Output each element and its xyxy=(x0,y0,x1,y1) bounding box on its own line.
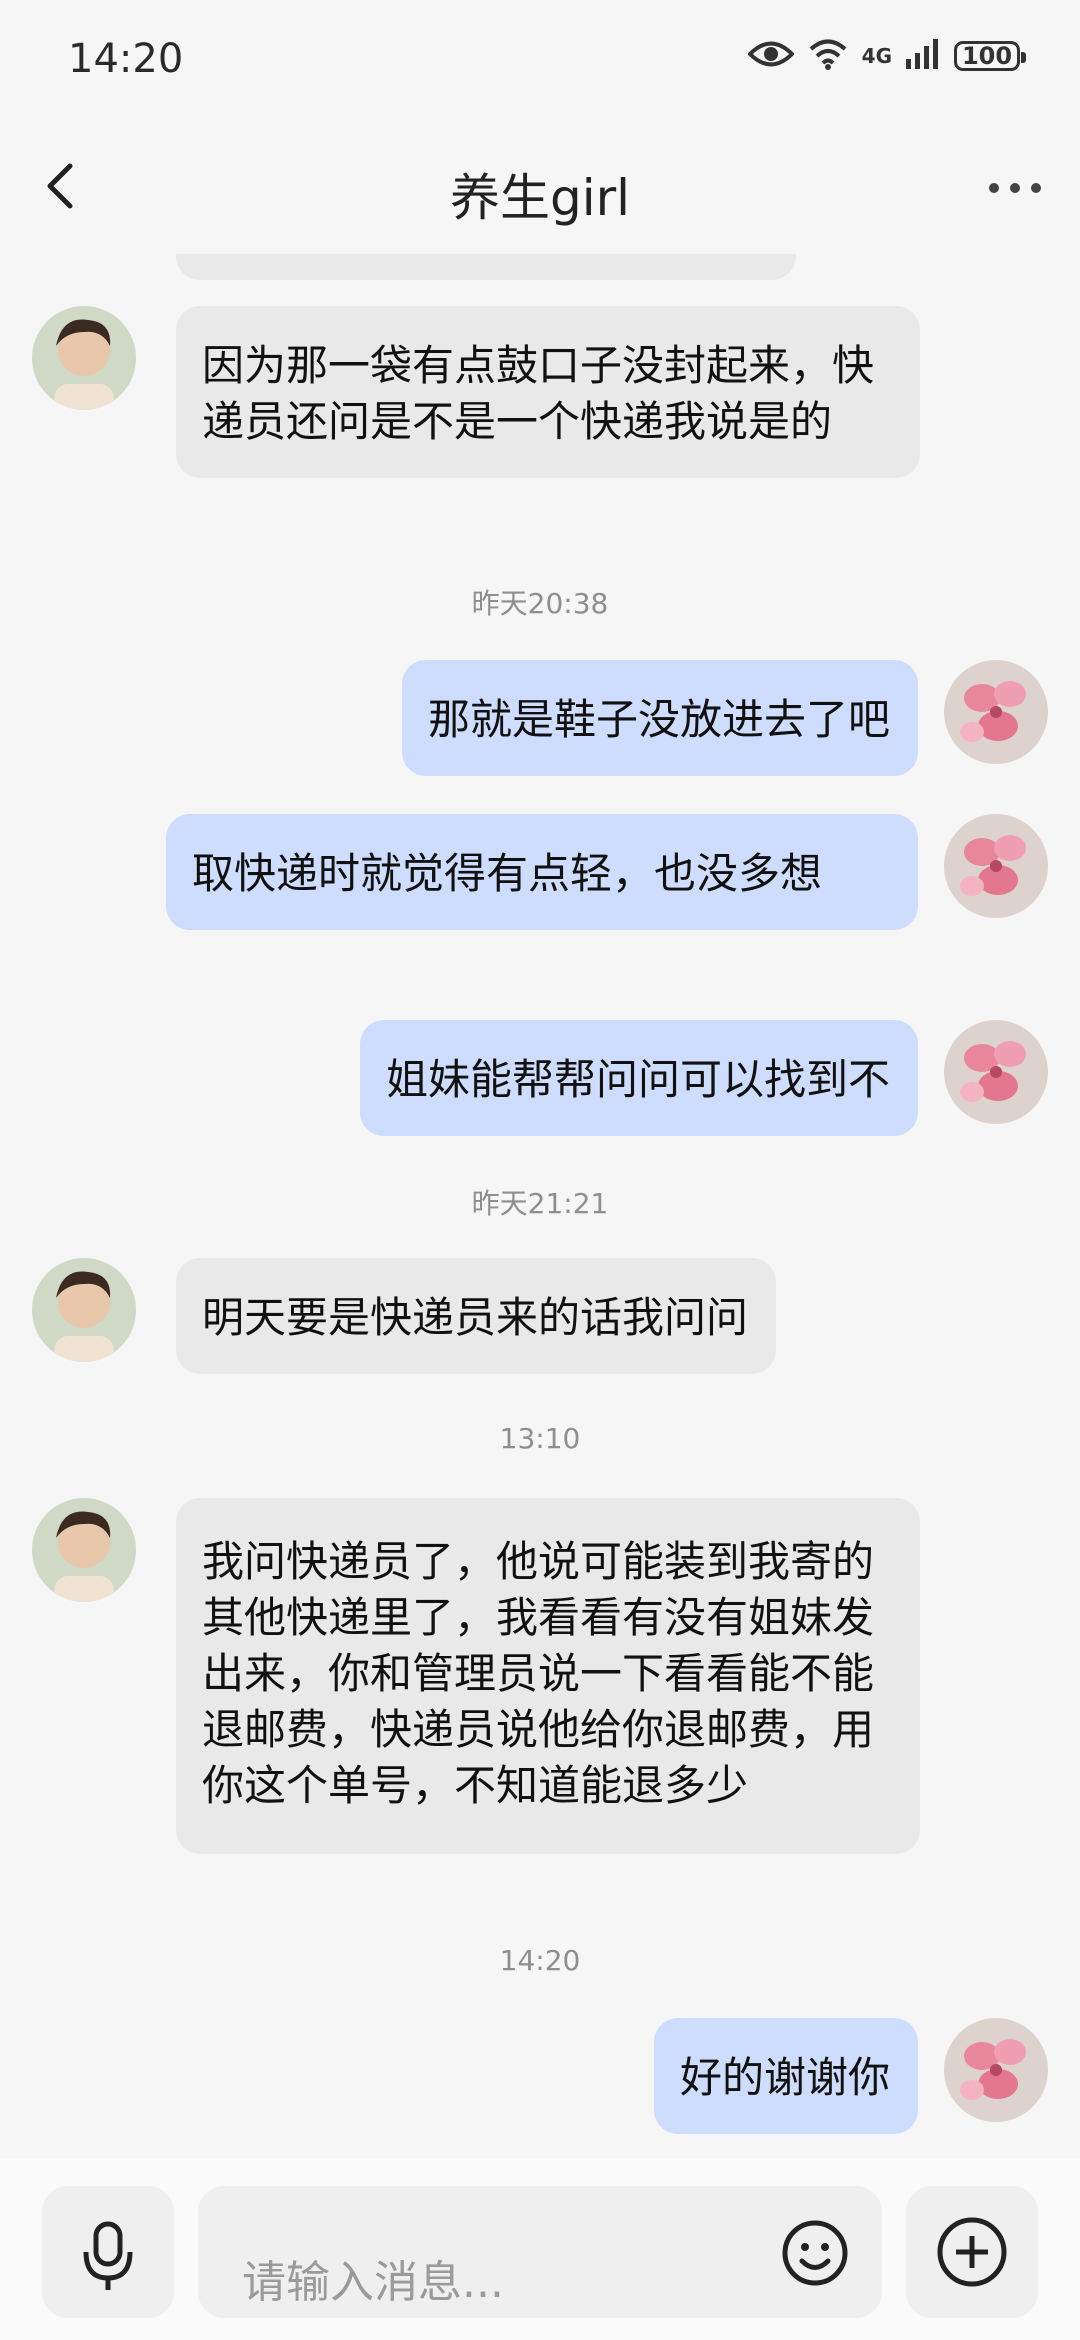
timestamp: 昨天20:38 xyxy=(471,587,609,620)
status-bar: 14:20 4G 100 xyxy=(0,0,1080,120)
timestamp: 14:20 xyxy=(499,1944,581,1977)
input-bar: 请输入消息... xyxy=(0,2158,1080,2340)
emoji-icon xyxy=(782,2220,848,2286)
plus-button[interactable] xyxy=(906,2186,1038,2318)
more-dots-icon xyxy=(989,183,1041,193)
timestamp: 13:10 xyxy=(499,1422,581,1455)
chat-header: 养生girl xyxy=(0,120,1080,254)
message-list[interactable]: 因为那一袋有点鼓口子没封起来，快递员还问是不是一个快递我说是的 昨天20:38 … xyxy=(0,254,1080,2154)
more-button[interactable] xyxy=(980,156,1050,216)
user-avatar[interactable] xyxy=(944,660,1048,764)
user-avatar[interactable] xyxy=(944,1020,1048,1124)
status-icons: 4G 100 xyxy=(746,38,1026,74)
contact-avatar[interactable] xyxy=(32,1258,136,1362)
voice-button[interactable] xyxy=(42,2186,174,2318)
timestamp: 昨天21:21 xyxy=(471,1187,609,1220)
message-bubble-outgoing[interactable]: 好的谢谢你 xyxy=(653,2018,918,2134)
contact-avatar[interactable] xyxy=(32,1498,136,1602)
microphone-icon xyxy=(83,2221,133,2290)
message-bubble-incoming[interactable]: 我问快递员了，他说可能装到我寄的其他快递里了，我看看有没有姐妹发出来，你和管理员… xyxy=(176,1498,920,1854)
battery-icon: 100 xyxy=(954,41,1026,71)
signal-icon xyxy=(906,39,940,73)
message-bubble-incoming[interactable]: 因为那一袋有点鼓口子没封起来，快递员还问是不是一个快递我说是的 xyxy=(176,306,920,478)
eye-icon xyxy=(746,39,795,73)
user-avatar[interactable] xyxy=(944,2018,1048,2122)
emoji-button[interactable] xyxy=(780,2218,850,2292)
message-bubble-outgoing[interactable]: 姐妹能帮帮问问可以找到不 xyxy=(359,1020,918,1136)
status-time: 14:20 xyxy=(68,36,184,82)
network-type: 4G xyxy=(861,44,892,68)
plus-icon xyxy=(937,2217,1007,2287)
user-avatar[interactable] xyxy=(944,814,1048,918)
message-bubble-outgoing[interactable]: 那就是鞋子没放进去了吧 xyxy=(401,660,918,776)
contact-avatar[interactable] xyxy=(32,306,136,410)
message-input-placeholder: 请输入消息... xyxy=(242,2257,504,2308)
message-bubble-outgoing[interactable]: 取快递时就觉得有点轻，也没多想 xyxy=(166,814,918,930)
chat-title: 养生girl xyxy=(449,169,631,227)
message-bubble-partial xyxy=(176,254,796,280)
message-bubble-incoming[interactable]: 明天要是快递员来的话我问问 xyxy=(176,1258,777,1374)
wifi-icon xyxy=(808,38,848,74)
